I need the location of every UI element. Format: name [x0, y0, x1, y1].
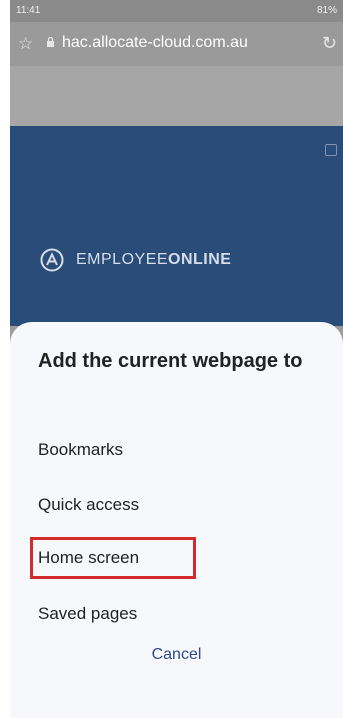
option-quick-access[interactable]: Quick access — [38, 495, 139, 515]
brand-second: ONLINE — [168, 251, 232, 268]
brand-name: EMPLOYEEONLINE — [76, 251, 231, 269]
lock-icon — [47, 37, 54, 47]
option-bookmarks[interactable]: Bookmarks — [38, 440, 123, 460]
url-text[interactable]: hac.allocate-cloud.com.au — [62, 34, 248, 52]
status-bar: 11:41 81% — [10, 0, 343, 22]
address-bar[interactable]: ☆ hac.allocate-cloud.com.au ↻ — [10, 22, 343, 66]
status-battery: 81% — [316, 5, 337, 16]
sheet-title: Add the current webpage to — [38, 350, 303, 372]
status-time: 11:41 — [16, 5, 41, 16]
logo-icon — [40, 248, 64, 272]
brand: EMPLOYEEONLINE — [40, 248, 231, 272]
star-icon[interactable]: ☆ — [18, 34, 33, 54]
web-page: EMPLOYEEONLINE — [10, 126, 343, 326]
option-saved-pages[interactable]: Saved pages — [38, 604, 137, 624]
brand-first: EMPLOYEE — [76, 251, 169, 268]
tabs-icon[interactable] — [325, 144, 337, 156]
reload-icon[interactable]: ↻ — [322, 33, 337, 54]
page-header-area — [10, 66, 343, 126]
frame-edge — [0, 0, 10, 718]
add-to-sheet: Add the current webpage to Bookmarks Qui… — [10, 322, 343, 718]
phone-screen: 11:41 81% ☆ hac.allocate-cloud.com.au ↻ … — [0, 0, 343, 718]
screen: 11:41 81% ☆ hac.allocate-cloud.com.au ↻ … — [10, 0, 343, 718]
cancel-button[interactable]: Cancel — [10, 646, 343, 664]
highlight-box — [30, 537, 196, 579]
